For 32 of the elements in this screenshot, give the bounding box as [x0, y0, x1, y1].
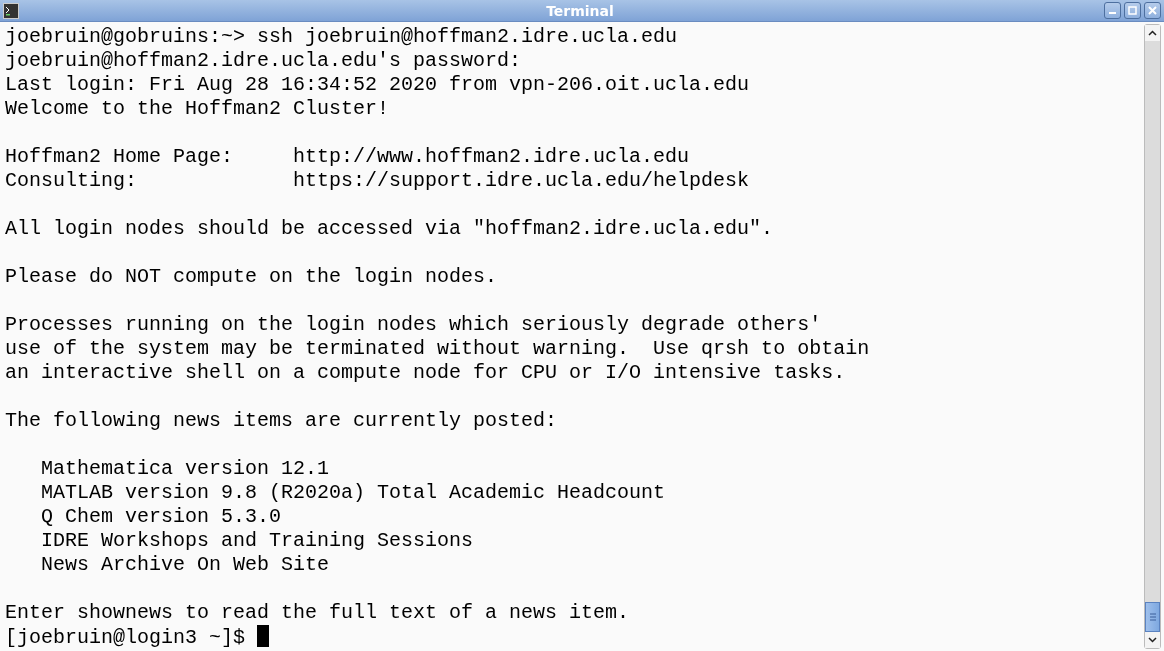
close-icon — [1148, 6, 1157, 15]
terminal-line: IDRE Workshops and Training Sessions — [40, 529, 474, 552]
close-button[interactable] — [1144, 2, 1161, 19]
scroll-up-button[interactable] — [1145, 25, 1160, 41]
terminal-line: joebruin@gobruins:~> ssh joebruin@hoffman2.idre.ucla.edu — [5, 25, 678, 48]
terminal-line: joebruin@hoffman2.idre.ucla.edu's password: — [5, 49, 522, 72]
terminal-line: use of the system may be terminated without warning. Use qrsh to obtain — [5, 337, 870, 360]
terminal-line: Last login: Fri Aug 28 16:34:52 2020 from vpn-206.oit.ucla.edu — [5, 73, 750, 96]
scrollbar[interactable] — [1144, 24, 1161, 649]
shell-prompt: [joebruin@login3 ~]$ — [5, 626, 247, 649]
terminal-line: Mathematica version 12.1 — [40, 457, 330, 480]
scroll-thumb[interactable] — [1145, 602, 1160, 632]
terminal-line: Processes running on the login nodes which seriously degrade others' — [5, 313, 822, 336]
terminal-line: Consulting: https://support.idre.ucla.edu/helpdesk — [5, 169, 750, 192]
terminal-line: MATLAB version 9.8 (R2020a) Total Academic Headcount — [40, 481, 666, 504]
chevron-up-icon — [1148, 30, 1157, 36]
window-title: Terminal — [545, 2, 615, 19]
scroll-down-button[interactable] — [1145, 632, 1160, 648]
terminal-line: Please do NOT compute on the login nodes. — [5, 265, 498, 288]
minimize-button[interactable] — [1104, 2, 1121, 19]
terminal-line: Welcome to the Hoffman2 Cluster! — [5, 97, 390, 120]
terminal-line: Hoffman2 Home Page: http://www.hoffman2.idre.ucla.edu — [5, 145, 690, 168]
terminal-icon — [3, 2, 19, 19]
terminal-line: an interactive shell on a compute node for CPU or I/O intensive tasks. — [5, 361, 846, 384]
terminal-line: Enter shownews to read the full text of a news item. — [5, 601, 630, 624]
chevron-down-icon — [1148, 637, 1157, 643]
maximize-icon — [1128, 6, 1137, 15]
terminal-line: News Archive On Web Site — [40, 553, 330, 576]
terminal-line: The following news items are currently posted: — [5, 409, 558, 432]
maximize-button[interactable] — [1124, 2, 1141, 19]
terminal-line: All login nodes should be accessed via "hoffman2.idre.ucla.edu". — [5, 217, 774, 240]
terminal-line: Q Chem version 5.3.0 — [40, 505, 282, 528]
